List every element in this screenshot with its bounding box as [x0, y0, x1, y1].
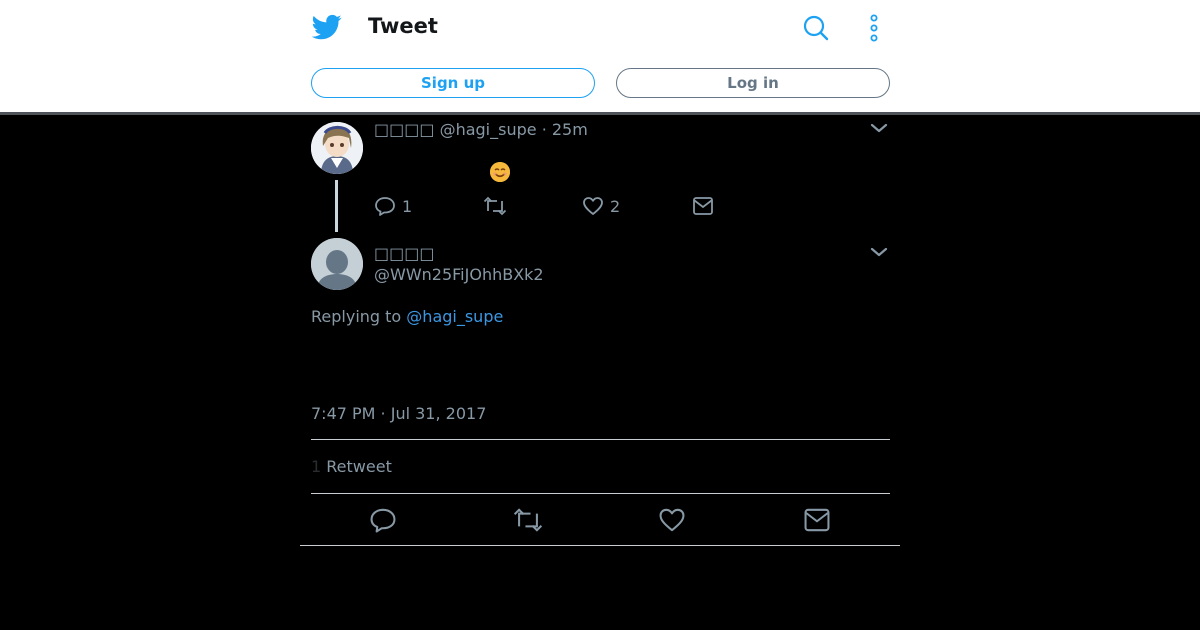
more-vertical-icon[interactable] [864, 14, 884, 42]
retweet-label: Retweet [326, 457, 392, 476]
retweet-stats[interactable]: 1 Retweet [311, 457, 392, 476]
display-name[interactable]: □□□□ [374, 120, 434, 139]
chevron-down-icon[interactable] [870, 122, 888, 134]
user-handle[interactable]: @WWn25FiJOhhBXk2 [374, 265, 544, 284]
replying-prefix: Replying to [311, 307, 402, 326]
search-icon[interactable] [802, 14, 830, 42]
tweet-time[interactable]: 25m [552, 120, 588, 139]
separator-dot: · [541, 120, 547, 139]
tweet-timestamp[interactable]: 7:47 PM · Jul 31, 2017 [311, 404, 486, 423]
message-button[interactable] [692, 195, 714, 217]
like-icon [583, 197, 603, 215]
like-button[interactable]: 2 [582, 195, 620, 217]
reply-icon[interactable] [369, 506, 397, 534]
twitter-logo-icon[interactable] [312, 12, 342, 42]
chevron-down-icon[interactable] [870, 246, 888, 258]
divider [311, 493, 890, 494]
retweet-icon [483, 196, 507, 216]
avatar[interactable] [311, 122, 363, 174]
signup-button[interactable]: Sign up [311, 68, 595, 98]
avatar[interactable] [311, 238, 363, 290]
anime-avatar-image [311, 122, 363, 174]
retweet-button[interactable] [483, 195, 507, 217]
message-icon[interactable] [803, 506, 831, 534]
replying-to: Replying to @hagi_supe [311, 307, 503, 326]
tweet-header: □□□□ @hagi_supe · 25m [374, 120, 588, 139]
login-button[interactable]: Log in [616, 68, 890, 98]
divider [311, 439, 890, 440]
retweet-count: 1 [311, 457, 322, 476]
default-avatar-image [311, 238, 363, 290]
top-bar: Tweet Sign up Log in [0, 0, 1200, 115]
like-count: 2 [610, 196, 621, 216]
replying-handle-link[interactable]: @hagi_supe [406, 307, 503, 326]
divider [300, 545, 900, 546]
display-name[interactable]: □□□□ [374, 244, 434, 263]
smile-emoji-icon [490, 162, 510, 182]
user-handle[interactable]: @hagi_supe [440, 120, 537, 139]
message-icon [693, 197, 713, 215]
like-icon[interactable] [658, 506, 686, 534]
reply-icon [375, 197, 395, 216]
retweet-icon[interactable] [512, 506, 544, 534]
thread-connector [335, 180, 338, 232]
reply-button[interactable]: 1 [374, 195, 412, 217]
reply-count: 1 [402, 196, 413, 216]
page-title: Tweet [368, 14, 438, 38]
